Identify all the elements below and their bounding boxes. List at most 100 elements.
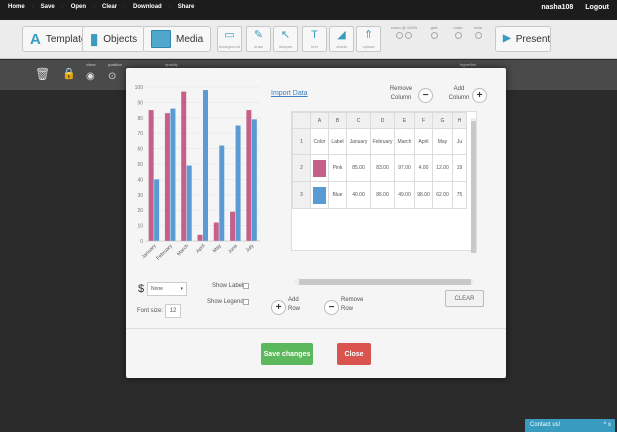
bar-blue (170, 108, 176, 241)
opacity-label: opacity (165, 62, 178, 67)
x-tick-label: May (212, 243, 223, 254)
table-cell[interactable]: Color (310, 128, 329, 155)
table-cell[interactable]: Label (328, 128, 347, 155)
text-tool[interactable]: Ttext (302, 26, 327, 52)
clone-icon[interactable]: ◉ (86, 71, 95, 82)
currency-select[interactable]: None ▾ (147, 282, 187, 296)
table-cell[interactable]: January (346, 128, 371, 155)
column-header[interactable]: G (432, 112, 453, 129)
color-swatch[interactable] (313, 186, 326, 204)
import-data-link[interactable]: Import Data (271, 90, 308, 97)
close-button[interactable]: Close (337, 343, 371, 365)
charts-tool[interactable]: ◢ charts (329, 26, 354, 52)
background-tool[interactable]: ▭ background (217, 26, 242, 52)
y-tick-label: 20 (137, 208, 143, 214)
menu-home[interactable]: Home (8, 4, 25, 10)
lock-icon[interactable]: 🔒 (62, 67, 76, 80)
add-row-button[interactable]: + (271, 300, 286, 315)
table-cell[interactable]: 62.00 (432, 181, 453, 209)
objects-button[interactable]: ▮ Objects (82, 26, 146, 52)
grid-control[interactable]: grid (426, 25, 442, 40)
bar-blue (154, 179, 160, 241)
table-cell[interactable]: Blue (328, 181, 347, 209)
table-cell[interactable]: April (414, 128, 433, 155)
redo-control[interactable]: redo (470, 25, 486, 40)
y-tick-label: 100 (135, 85, 144, 91)
clear-button[interactable]: CLEAR (445, 290, 484, 307)
contact-us-tab[interactable]: Contact us! ^ x (525, 419, 615, 432)
grid-horizontal-scroll-thumb[interactable] (299, 279, 471, 285)
column-header[interactable]: B (328, 112, 347, 129)
table-cell[interactable]: 4.00 (414, 154, 433, 182)
media-label: Media (176, 33, 204, 45)
table-cell[interactable]: 83.00 (370, 154, 395, 182)
column-header[interactable]: D (370, 112, 395, 129)
menu-open[interactable]: Open (71, 4, 86, 10)
main-toolbar: A Templates ▮ Objects Media ▭ background … (0, 20, 617, 59)
upload-tool[interactable]: ⇑ upload (356, 26, 381, 52)
grid-horizontal-scrollbar[interactable] (294, 279, 474, 285)
menu-clear[interactable]: Clear (102, 4, 117, 10)
username[interactable]: nasha108 (541, 4, 573, 11)
color-cell[interactable] (310, 154, 329, 182)
menu-save[interactable]: Save (41, 4, 55, 10)
table-cell[interactable]: 40.00 (346, 181, 371, 209)
pencil-icon: ✎ (253, 29, 264, 41)
table-cell[interactable]: Pink (328, 154, 347, 182)
trash-icon[interactable]: 🗑 (35, 67, 50, 81)
show-label-checkbox[interactable] (243, 283, 249, 289)
column-header[interactable]: A (310, 112, 329, 129)
column-header[interactable]: F (414, 112, 433, 129)
column-header[interactable]: H (452, 112, 467, 129)
undo-control[interactable]: undo (450, 25, 466, 40)
add-column-button[interactable]: + (472, 88, 487, 103)
grid-vertical-scrollbar[interactable] (471, 118, 476, 253)
present-button[interactable]: ▶ Present (495, 26, 551, 52)
logout-link[interactable]: Logout (585, 4, 609, 11)
remove-row-button[interactable]: − (324, 300, 339, 315)
column-header[interactable]: C (346, 112, 371, 129)
menu-separator: · (124, 4, 127, 10)
table-cell[interactable]: 75 (452, 181, 467, 209)
table-cell[interactable]: March (394, 128, 415, 155)
color-cell[interactable] (310, 181, 329, 209)
position-icon[interactable]: ⊙ (108, 71, 116, 82)
color-swatch[interactable] (313, 159, 326, 177)
grid-vertical-scroll-thumb[interactable] (471, 121, 476, 253)
zoom-in-icon[interactable] (405, 32, 412, 39)
table-cell[interactable]: 86.00 (370, 181, 395, 209)
media-button[interactable]: Media (143, 26, 212, 52)
undo-label: undo (453, 25, 463, 30)
chart-editor-modal: 0 10 20 30 40 50 60 70 80 90 100 January February Mar… (126, 68, 506, 378)
bar-pink (197, 234, 203, 241)
font-size-input[interactable]: 12 (165, 304, 181, 318)
menu-share[interactable]: Share (178, 4, 195, 10)
remove-row-label: Remove Row (341, 297, 364, 312)
table-cell[interactable]: 12.00 (432, 154, 453, 182)
table-cell[interactable]: 97.00 (394, 154, 415, 182)
redo-label: redo (473, 25, 482, 30)
menu-download[interactable]: Download (133, 4, 162, 10)
table-cell[interactable]: Ju (452, 128, 467, 155)
draw-tool[interactable]: ✎ draw (246, 26, 271, 52)
save-changes-button[interactable]: Save changes (261, 343, 313, 365)
table-cell[interactable]: May (432, 128, 453, 155)
modal-footer-divider (126, 328, 506, 329)
table-cell[interactable]: 49.00 (394, 181, 415, 209)
objects-label: Objects (103, 33, 138, 45)
zoom-control[interactable]: zoom @ 100% (386, 25, 422, 40)
zoom-out-icon[interactable] (396, 32, 403, 39)
table-cell[interactable]: 85.00 (346, 154, 371, 182)
data-grid[interactable]: A B C D E F G H 1 Color Label January Fe… (291, 111, 477, 251)
menu-separator: · (61, 4, 64, 10)
x-tick-label: June (227, 243, 239, 255)
table-cell[interactable]: 19 (452, 154, 467, 182)
table-cell[interactable]: 98.00 (414, 181, 433, 209)
show-legend-checkbox[interactable] (243, 299, 249, 305)
column-header[interactable]: E (394, 112, 415, 129)
table-cell[interactable]: February (370, 128, 395, 155)
shapes-tool[interactable]: ↖ shapes (273, 26, 298, 52)
x-tick-label: February (155, 243, 174, 262)
remove-column-button[interactable]: − (418, 88, 433, 103)
chat-controls-icon[interactable]: ^ x (604, 422, 611, 428)
